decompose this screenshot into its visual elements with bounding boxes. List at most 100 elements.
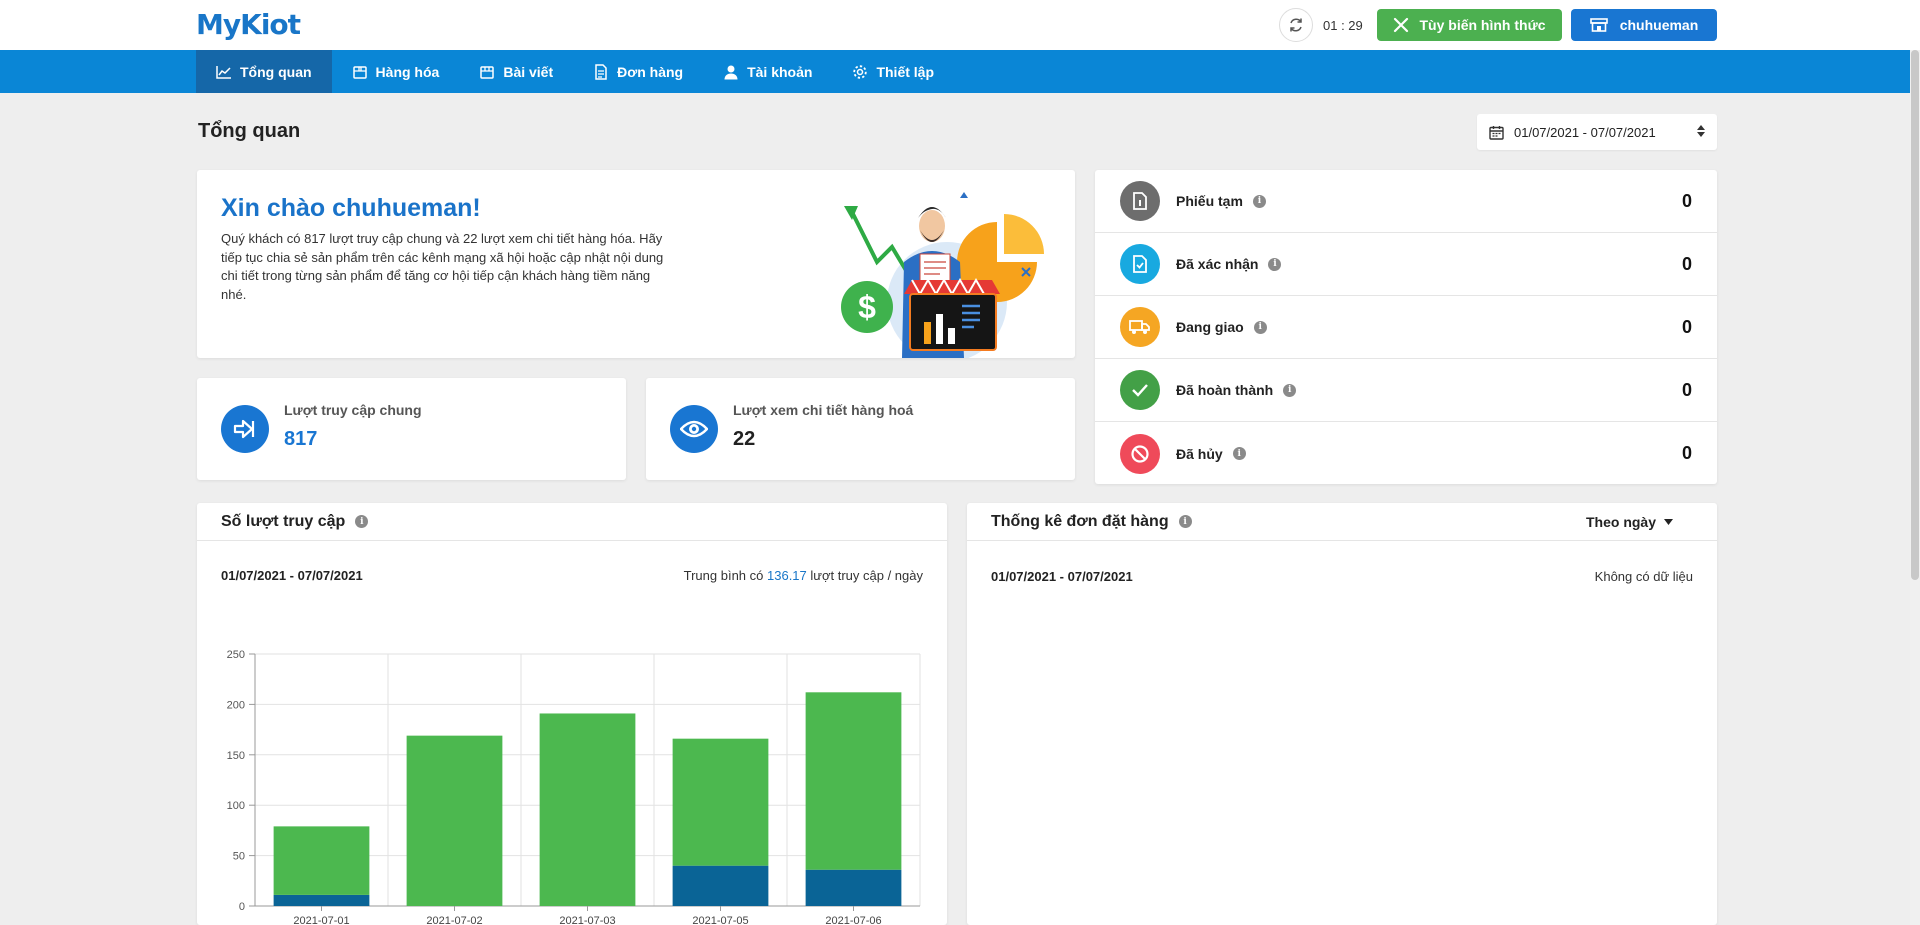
bar-segment [805,869,902,906]
x-tick-label: 2021-07-01 [293,915,349,925]
scroll-thumb[interactable] [1911,50,1919,580]
calendar-icon [1489,125,1504,140]
article-icon [480,65,495,79]
eye-icon [670,405,718,453]
user-icon [724,65,738,79]
enter-icon [221,405,269,453]
business-illustration: $ [841,192,1044,358]
date-range-picker[interactable]: 01/07/2021 - 07/07/2021 [1477,114,1717,150]
main-nav: Tổng quan Hàng hóa Bài viết Đơn hàng Tài… [0,50,1920,93]
order-stats-card: Thống kê đơn đặt hàng i Theo ngày 01/07/… [967,503,1717,925]
chart-line-icon [216,65,231,79]
x-tick-label: 2021-07-02 [426,915,482,925]
info-icon[interactable]: i [1253,320,1267,334]
box-icon [352,65,367,79]
x-tick-label: 2021-07-05 [692,915,748,925]
page-scrollbar[interactable] [1910,50,1920,925]
caret-down-icon [1664,519,1673,525]
order-label: Đã hủy [1176,445,1223,462]
svg-text:$: $ [858,289,876,325]
cancel-icon [1120,433,1160,474]
card-title: Thống kê đơn đặt hàng [991,512,1169,530]
page-title: Tổng quan [198,120,301,142]
store-icon [1589,18,1608,32]
order-row-shipping[interactable]: Đang giao i 0 [1095,296,1717,359]
welcome-text: Quý khách có 817 lượt truy cập chung và … [221,231,664,302]
order-row-completed[interactable]: Đã hoàn thành i 0 [1095,359,1717,422]
logo[interactable]: MyKiot [196,8,301,41]
order-count: 0 [1681,379,1692,400]
bar-segment [273,894,370,906]
date-range-text: 01/07/2021 - 07/07/2021 [1514,124,1656,140]
order-count: 0 [1681,190,1692,211]
refresh-icon[interactable] [1279,8,1313,42]
customize-button[interactable]: Tùy biến hình thức [1377,9,1562,41]
order-count: 0 [1681,443,1692,463]
order-row-cancelled[interactable]: Đã hủy i 0 [1095,422,1717,485]
nav-item-orders[interactable]: Đơn hàng [573,50,703,93]
sort-icon [1697,124,1705,140]
y-tick-label: 50 [233,851,245,863]
y-tick-label: 200 [227,699,245,711]
nav-item-account[interactable]: Tài khoản [703,50,832,93]
no-data-text: Không có dữ liệu [1594,569,1693,584]
x-tick-label: 2021-07-03 [559,915,615,925]
gear-icon [853,64,868,79]
order-label: Đã xác nhận [1176,256,1259,272]
check-icon [1120,370,1160,410]
order-label: Phiếu tạm [1176,193,1243,209]
bar-segment [273,826,370,895]
order-label: Đã hoàn thành [1176,382,1274,398]
document-icon [595,63,607,80]
order-count: 0 [1681,316,1692,337]
truck-icon [1120,307,1160,347]
order-status-list: Phiếu tạm i 0 Đã xác nhận i 0 Đang giao i 0… [1095,170,1717,484]
top-bar: MyKiot 01 : 29 Tùy biến hình thức chuhue… [0,0,1920,50]
stat-label: Lượt xem chi tiết hàng hoá [733,402,914,418]
x-tick-label: 2021-07-06 [825,915,881,925]
y-tick-label: 0 [239,901,245,913]
stat-card-product-views: Lượt xem chi tiết hàng hoá 22 [646,378,1075,480]
session-timer: 01 : 29 [1279,8,1363,42]
y-tick-label: 150 [227,750,245,762]
info-icon[interactable]: i [355,515,369,528]
info-icon[interactable]: i [1252,194,1266,208]
user-button[interactable]: chuhueman [1571,9,1717,41]
card-header: Số lượt truy cập i [197,503,947,541]
welcome-title: Xin chào chuhueman! [221,194,481,222]
card-title: Số lượt truy cập [221,512,346,530]
confirmed-icon [1120,244,1160,284]
stat-value: 22 [733,428,756,450]
info-icon[interactable]: i [1283,383,1297,397]
order-row-draft[interactable]: Phiếu tạm i 0 [1095,170,1717,233]
welcome-card: Xin chào chuhueman! Quý khách có 817 lượ… [197,170,1075,358]
user-name: chuhueman [1619,17,1699,33]
chart-date-range: 01/07/2021 - 07/07/2021 [221,568,363,583]
tools-icon [1394,17,1409,33]
order-label: Đang giao [1176,319,1244,335]
visits-bar-chart: 0 50 100 150 200 250 2021-07-01 2021-07-02 2021-… [227,649,921,925]
nav-item-products[interactable]: Hàng hóa [332,50,460,93]
info-icon[interactable]: i [1232,447,1246,460]
nav-item-overview[interactable]: Tổng quan [196,50,332,93]
average-value: 136.17 [767,568,807,583]
period-filter-dropdown[interactable]: Theo ngày [1586,514,1673,530]
info-icon[interactable]: i [1268,257,1282,271]
bar-segment [672,865,769,906]
order-row-confirmed[interactable]: Đã xác nhận i 0 [1095,233,1717,296]
draft-icon [1120,181,1160,221]
bar-segment [672,738,769,866]
info-icon[interactable]: i [1178,515,1192,528]
customize-label: Tùy biến hình thức [1419,17,1546,33]
average-visits: Trung bình có 136.17 lượt truy cập / ngà… [683,568,923,583]
y-tick-label: 250 [227,649,245,661]
bar-segment [539,713,636,906]
stat-label: Lượt truy cập chung [284,402,422,418]
order-count: 0 [1681,253,1692,274]
nav-item-settings[interactable]: Thiết lập [832,50,954,93]
nav-item-articles[interactable]: Bài viết [459,50,573,93]
bar-segment [406,735,503,906]
bar-segment [805,692,902,870]
y-tick-label: 100 [227,800,245,812]
chart-date-range: 01/07/2021 - 07/07/2021 [991,569,1133,584]
